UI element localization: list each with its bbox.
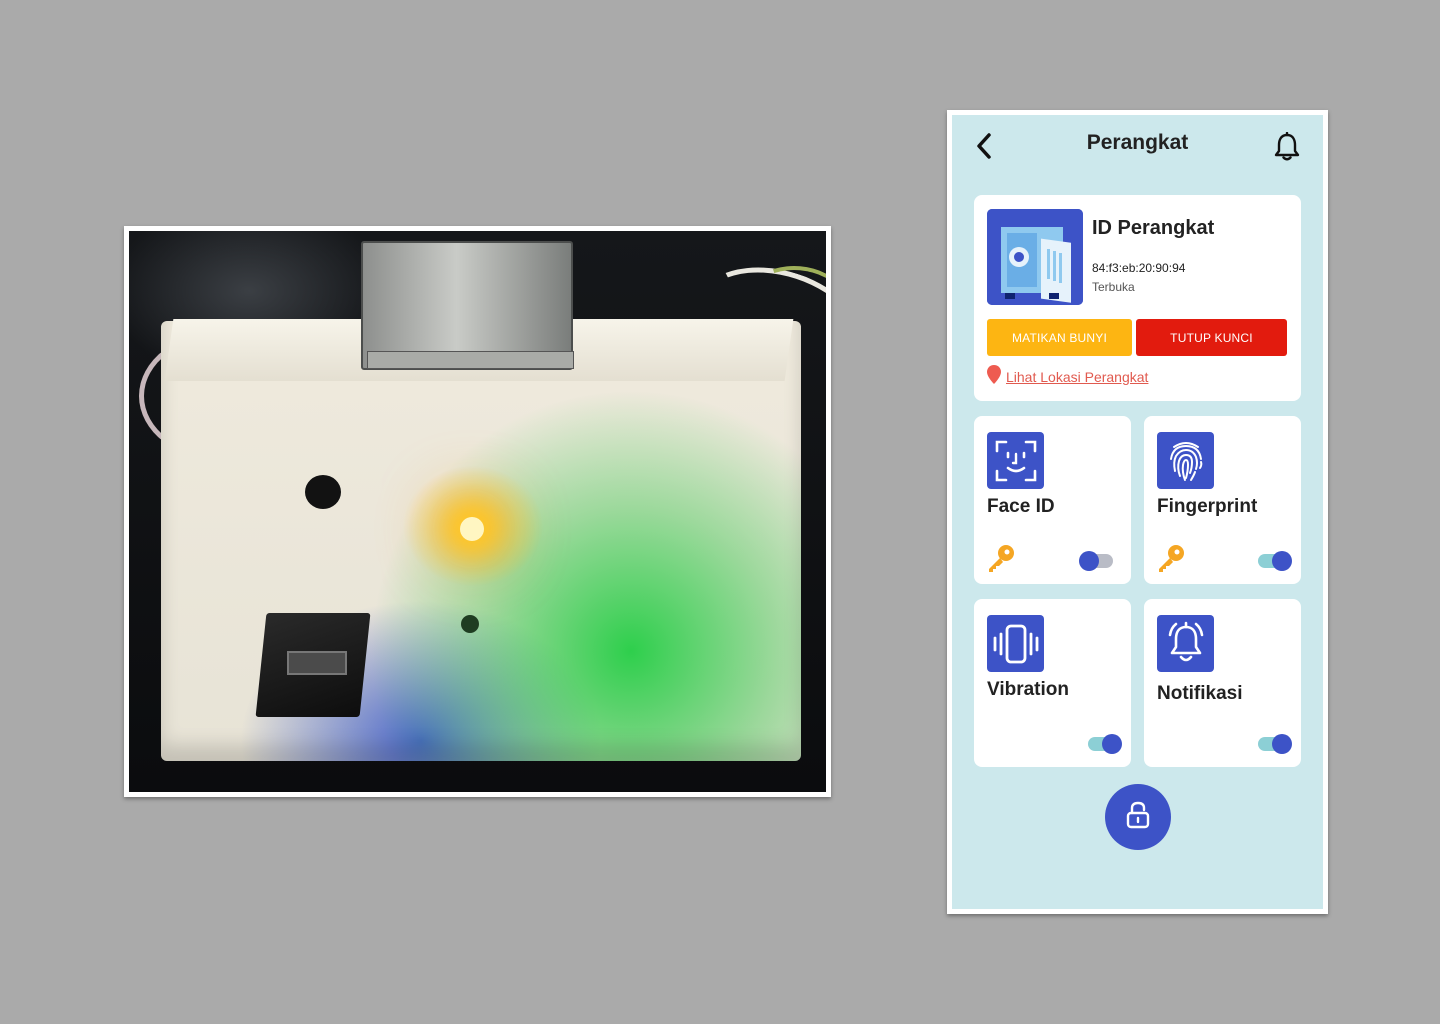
device-mac-address: 84:f3:eb:20:90:94 xyxy=(1092,261,1186,275)
fingerprint-icon xyxy=(1157,432,1214,489)
fingerprint-card: Fingerprint xyxy=(1144,416,1301,584)
face-id-label: Face ID xyxy=(987,496,1055,517)
close-lock-button[interactable]: TUTUP KUNCI xyxy=(1136,319,1287,356)
face-id-toggle[interactable] xyxy=(1079,551,1113,571)
face-id-icon xyxy=(987,432,1044,489)
notification-label: Notifikasi xyxy=(1157,683,1243,704)
solenoid-lock-base xyxy=(367,351,574,369)
device-lock-status: Terbuka xyxy=(1092,280,1135,294)
page-title: Perangkat xyxy=(1086,131,1189,154)
padlock-open-icon xyxy=(1125,801,1151,834)
bell-icon xyxy=(1273,131,1301,167)
mute-alarm-button[interactable]: MATIKAN BUNYI xyxy=(987,319,1132,356)
enclosure-hole xyxy=(305,475,341,509)
app-header: Perangkat xyxy=(952,115,1323,185)
notification-button[interactable] xyxy=(1272,131,1302,167)
view-location-label: Lihat Lokasi Perangkat xyxy=(1006,369,1149,385)
key-icon xyxy=(986,544,1016,574)
unlock-button[interactable] xyxy=(1105,784,1171,850)
notification-card: Notifikasi xyxy=(1144,599,1301,767)
fingerprint-sensor-window xyxy=(287,651,347,675)
notification-toggle[interactable] xyxy=(1258,734,1292,754)
led-yellow xyxy=(460,517,484,541)
vibration-icon xyxy=(987,615,1044,672)
toggle-knob xyxy=(1272,734,1292,754)
face-id-card: Face ID xyxy=(974,416,1131,584)
device-photo-frame xyxy=(124,226,831,797)
bell-ring-icon xyxy=(1157,615,1214,672)
led-green xyxy=(461,615,479,633)
toggle-knob xyxy=(1272,551,1292,571)
view-location-link[interactable]: Lihat Lokasi Perangkat xyxy=(987,365,1149,389)
vibration-card: Vibration xyxy=(974,599,1131,767)
map-pin-icon xyxy=(987,365,1001,389)
vibration-label: Vibration xyxy=(987,679,1069,700)
app-screen: Perangkat ID Perangkat 84:f3:eb:20:90:94… xyxy=(952,115,1323,909)
phone-screenshot-frame: Perangkat ID Perangkat 84:f3:eb:20:90:94… xyxy=(947,110,1328,914)
toggle-knob xyxy=(1079,551,1099,571)
device-id-title: ID Perangkat xyxy=(1092,217,1215,239)
fingerprint-label: Fingerprint xyxy=(1157,496,1258,517)
safe-vault-icon xyxy=(987,209,1083,305)
vibration-toggle[interactable] xyxy=(1088,734,1122,754)
device-photo xyxy=(129,231,826,792)
device-card: ID Perangkat 84:f3:eb:20:90:94 Terbuka M… xyxy=(974,195,1301,401)
fingerprint-toggle[interactable] xyxy=(1258,551,1292,571)
toggle-knob xyxy=(1102,734,1122,754)
key-icon xyxy=(1156,544,1186,574)
